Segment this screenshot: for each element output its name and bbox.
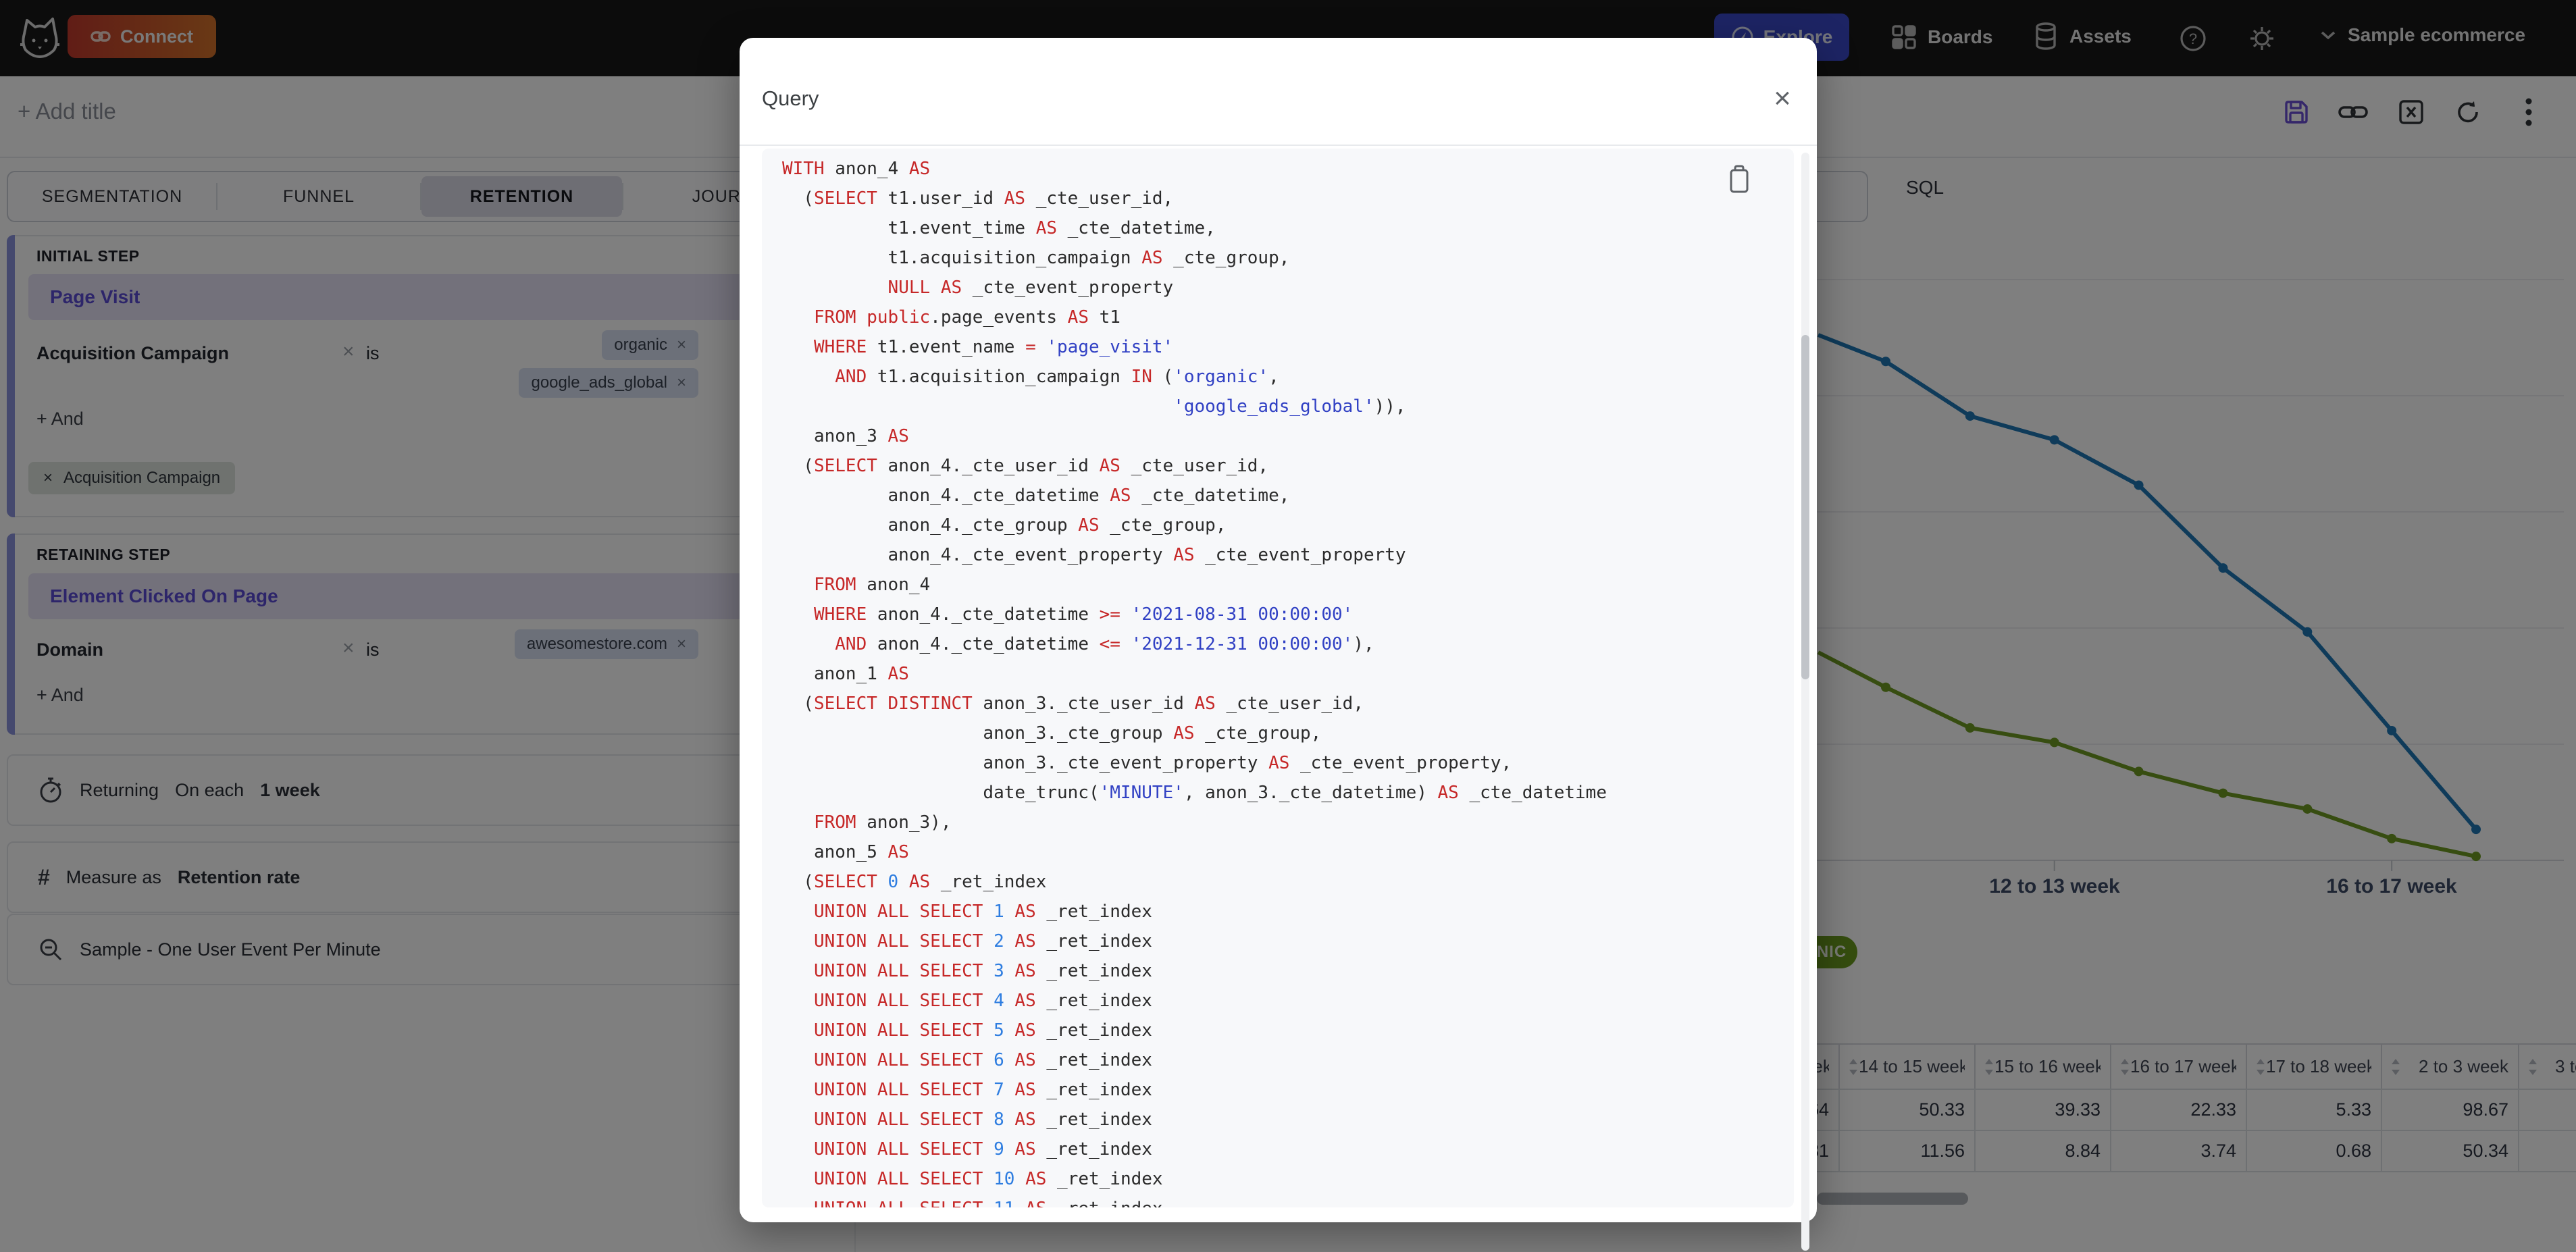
close-icon[interactable]: × xyxy=(1766,82,1799,115)
modal-scrollbar-thumb[interactable] xyxy=(1801,335,1809,679)
modal-divider xyxy=(740,145,1817,146)
modal-scrollbar-track[interactable] xyxy=(1801,153,1809,1251)
query-modal: Query × WITH anon_4 AS (SELECT t1.user_i… xyxy=(740,38,1817,1251)
app-root: Connect Explore Boards xyxy=(0,0,2576,1252)
sql-code-block: WITH anon_4 AS (SELECT t1.user_id AS _ct… xyxy=(762,149,1794,1207)
sql-code[interactable]: WITH anon_4 AS (SELECT t1.user_id AS _ct… xyxy=(782,154,1607,1207)
modal-title: Query xyxy=(762,86,819,110)
copy-clipboard-icon[interactable] xyxy=(1727,165,1751,194)
